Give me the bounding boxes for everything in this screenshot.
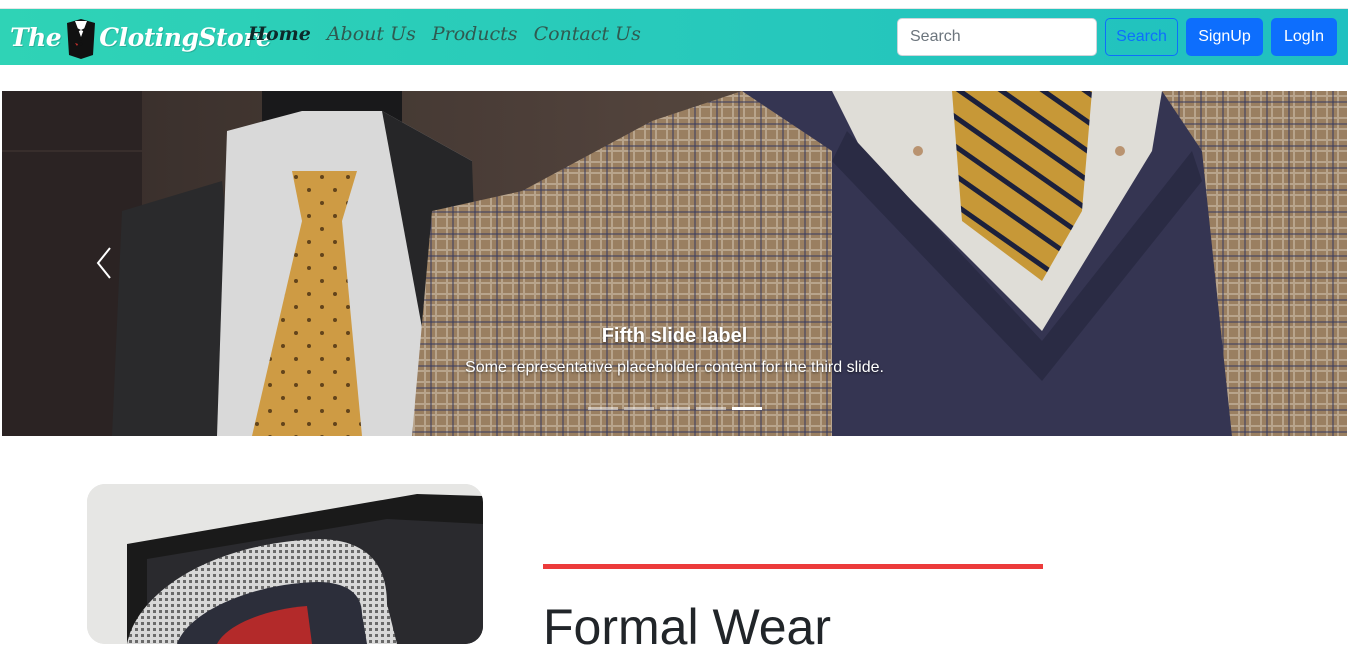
signup-button[interactable]: SignUp bbox=[1186, 18, 1263, 56]
tuxedo-icon bbox=[67, 19, 96, 59]
carousel-indicator[interactable] bbox=[624, 407, 654, 410]
carousel-caption-text: Some representative placeholder content … bbox=[465, 359, 884, 376]
nav-products-link[interactable]: Products bbox=[432, 23, 518, 45]
hero-carousel: Fifth slide label Some representative pl… bbox=[2, 91, 1347, 436]
navbar: The ClotingStore Home About Us Products … bbox=[0, 9, 1348, 65]
section-heading: Formal Wear bbox=[543, 599, 832, 655]
brand-rest: ClotingStore bbox=[99, 22, 272, 52]
carousel-caption-title: Fifth slide label bbox=[601, 325, 748, 347]
top-border bbox=[0, 0, 1348, 9]
nav-about-link[interactable]: About Us bbox=[327, 23, 416, 45]
chevron-right-icon[interactable] bbox=[1287, 243, 1317, 283]
nav-home-link[interactable]: Home bbox=[248, 23, 311, 45]
nav-links: Home About Us Products Contact Us bbox=[248, 23, 641, 45]
login-button[interactable]: LogIn bbox=[1271, 18, 1337, 56]
carousel-indicator[interactable] bbox=[588, 407, 618, 410]
shirt-box-image bbox=[87, 484, 483, 644]
product-image bbox=[87, 484, 483, 644]
brand-first-word: The bbox=[10, 22, 62, 52]
carousel-indicator[interactable] bbox=[660, 407, 690, 410]
search-button[interactable]: Search bbox=[1105, 18, 1178, 56]
carousel-indicators bbox=[588, 407, 762, 410]
carousel-indicator[interactable] bbox=[696, 407, 726, 410]
section-accent-line bbox=[543, 564, 1043, 569]
brand-logo[interactable]: The ClotingStore bbox=[10, 15, 272, 59]
nav-contact-link[interactable]: Contact Us bbox=[534, 23, 641, 45]
search-input[interactable] bbox=[897, 18, 1097, 56]
carousel-slide-image bbox=[2, 91, 1347, 436]
chevron-left-icon[interactable] bbox=[90, 243, 120, 283]
carousel-indicator-active[interactable] bbox=[732, 407, 762, 410]
